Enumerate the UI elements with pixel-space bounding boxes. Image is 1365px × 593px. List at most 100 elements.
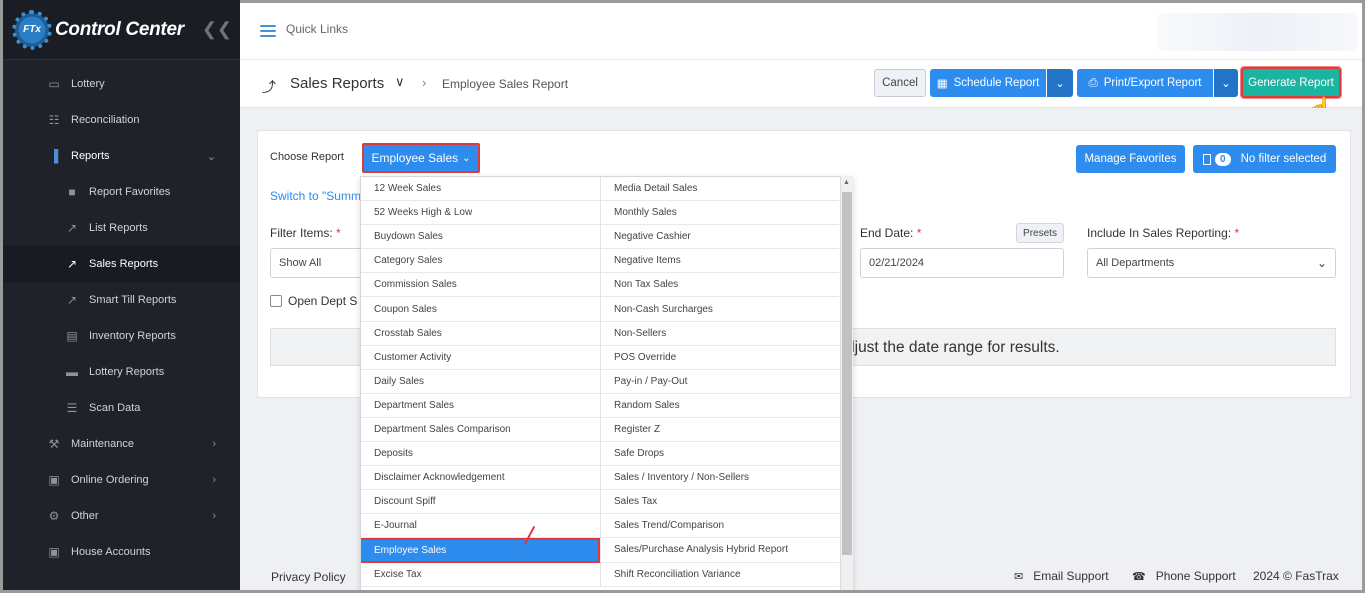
menu-item[interactable]: Customer Activity	[361, 346, 600, 370]
menu-item[interactable]: Coupon Sales	[361, 297, 600, 322]
include-sales-select[interactable]: All Departments ⌄	[1087, 248, 1336, 278]
sidebar-item-label: Inventory Reports	[89, 330, 176, 342]
menu-item[interactable]: Employee Sales	[361, 538, 600, 563]
schedule-report-button[interactable]: ▦ Schedule Report	[930, 69, 1046, 97]
switch-summary-link[interactable]: Switch to "Summ	[270, 189, 361, 203]
menu-item[interactable]: Category Sales	[361, 249, 600, 274]
menu-item[interactable]: Monthly Sales	[601, 201, 839, 226]
print-dropdown-button[interactable]: ⌄	[1214, 69, 1238, 97]
sidebar-item-sales-reports[interactable]: ↗ Sales Reports	[3, 246, 240, 282]
sidebar-item-scan-data[interactable]: ☰ Scan Data	[3, 390, 240, 426]
menu-item[interactable]: Commission Sales	[361, 273, 600, 298]
include-sales-text: Include In Sales Reporting:	[1087, 226, 1232, 240]
menu-item[interactable]: Sales/Purchase Analysis Hybrid Report	[601, 538, 839, 563]
sidebar-item-label: Reconciliation	[71, 114, 140, 126]
line-chart-icon: ↗	[66, 293, 78, 307]
logo-text: FTx	[23, 24, 41, 35]
phone-icon: ☎	[1132, 570, 1146, 583]
menu-item[interactable]: Random Sales	[601, 394, 839, 418]
required-mark: *	[1234, 226, 1240, 240]
brand-name: Control Center	[55, 18, 184, 40]
chevron-down-icon[interactable]: ∨	[395, 74, 405, 90]
wrench-icon: ⚒	[48, 437, 60, 451]
choose-report-value: Employee Sales	[371, 151, 459, 165]
report-dropdown-menu: 12 Week Sales 52 Weeks High & Low Buydown …	[360, 176, 853, 593]
sidebar-item-lottery-reports[interactable]: ▬ Lottery Reports	[3, 354, 240, 390]
menu-item[interactable]: Non Tax Sales	[601, 273, 839, 298]
menu-item[interactable]: 52 Weeks High & Low	[361, 201, 600, 226]
menu-item[interactable]: Safe Drops	[601, 442, 839, 467]
menu-item[interactable]: Register Z	[601, 418, 839, 443]
menu-item[interactable]: Crosstab Sales	[361, 322, 600, 346]
menu-item[interactable]: Sales / Inventory / Non-Sellers	[601, 466, 839, 491]
manage-favorites-button[interactable]: Manage Favorites	[1076, 145, 1185, 173]
line-chart-icon: ⤴	[262, 79, 276, 95]
sidebar-item-inventory-reports[interactable]: ▤ Inventory Reports	[3, 318, 240, 354]
sidebar-item-label: Other	[71, 510, 99, 522]
gears-icon: ⚙	[48, 509, 60, 523]
menu-item[interactable]: Department Sales	[361, 394, 600, 418]
menu-scroll-thumb[interactable]	[842, 192, 852, 555]
menu-item[interactable]: Buydown Sales	[361, 225, 600, 250]
menu-item[interactable]: E-Journal	[361, 514, 600, 539]
brand[interactable]: FTx Control Center ❮❮	[3, 0, 240, 60]
privacy-policy-link[interactable]: Privacy Policy	[271, 570, 346, 584]
filter-button[interactable]: 0 No filter selected	[1193, 145, 1336, 173]
menu-item[interactable]: Excise Tax	[361, 563, 600, 587]
filter-items-select[interactable]: Show All	[270, 248, 370, 278]
menu-item[interactable]: Deposits	[361, 442, 600, 467]
menu-icon[interactable]	[260, 25, 276, 37]
sidebar-item-other[interactable]: ⚙ Other ›	[3, 498, 240, 534]
sidebar-item-label: House Accounts	[71, 546, 151, 558]
menu-item[interactable]: Pay-in / Pay-Out	[601, 370, 839, 394]
user-profile-area[interactable]	[1157, 13, 1357, 51]
sidebar-item-online-ordering[interactable]: ▣ Online Ordering ›	[3, 462, 240, 498]
menu-item[interactable]: Daily Sales	[361, 370, 600, 394]
envelope-icon: ✉	[1014, 570, 1024, 583]
collapse-sidebar-icon[interactable]: ❮❮	[202, 19, 232, 40]
email-support-link[interactable]: ✉ Email Support	[1014, 569, 1109, 583]
menu-item[interactable]: Disclaimer Acknowledgement	[361, 466, 600, 491]
menu-item[interactable]: 12 Week Sales	[361, 177, 600, 202]
filter-items-text: Filter Items:	[270, 226, 333, 240]
ticket-icon: ▭	[48, 77, 60, 91]
sidebar-item-smart-till-reports[interactable]: ↗ Smart Till Reports	[3, 282, 240, 318]
scroll-up-icon[interactable]: ▲	[843, 179, 850, 186]
sidebar-item-maintenance[interactable]: ⚒ Maintenance ›	[3, 426, 240, 462]
menu-item[interactable]: Department Sales Comparison	[361, 418, 600, 443]
sidebar-item-list-reports[interactable]: ↗ List Reports	[3, 210, 240, 246]
sidebar-item-label: Sales Reports	[89, 258, 159, 270]
schedule-dropdown-button[interactable]: ⌄	[1047, 69, 1073, 97]
menu-item[interactable]: Non-Cash Surcharges	[601, 297, 839, 322]
menu-item[interactable]: Negative Cashier	[601, 225, 839, 250]
generate-report-button[interactable]: Generate Report	[1240, 66, 1342, 99]
quick-links[interactable]: Quick Links	[286, 22, 348, 36]
print-export-button[interactable]: ⎙ Print/Export Report	[1077, 69, 1213, 97]
menu-item[interactable]: Non-Sellers	[601, 322, 839, 346]
open-dept-checkbox[interactable]	[270, 295, 282, 307]
sidebar-item-report-favorites[interactable]: ■ Report Favorites	[3, 174, 240, 210]
menu-item[interactable]: POS Override	[601, 346, 839, 370]
menu-item[interactable]: Discount Spiff	[361, 490, 600, 515]
notice-text: djust the date range for results.	[846, 339, 1060, 356]
menu-item[interactable]: Sales Trend/Comparison	[601, 514, 839, 539]
phone-support-link[interactable]: ☎ Phone Support	[1132, 569, 1236, 583]
choose-report-dropdown[interactable]: Employee Sales ⌄	[362, 143, 480, 173]
menu-item[interactable]: Media Detail Sales	[601, 177, 839, 202]
chevron-right-icon: ›	[212, 474, 216, 486]
end-date-input[interactable]: 02/21/2024	[860, 248, 1064, 278]
sidebar-item-reconciliation[interactable]: ☷ Reconciliation	[3, 102, 240, 138]
sidebar-item-reports[interactable]: ▐ Reports ⌄	[3, 138, 240, 174]
presets-button[interactable]: Presets	[1016, 223, 1064, 243]
sidebar-item-label: Lottery Reports	[89, 366, 165, 378]
chevron-right-icon: ›	[212, 438, 216, 450]
menu-item[interactable]: Shift Reconciliation Variance	[601, 563, 839, 587]
sidebar-item-label: Lottery	[71, 78, 105, 90]
chevron-down-icon: ⌄	[206, 150, 216, 163]
sidebar-item-house-accounts[interactable]: ▣ House Accounts	[3, 534, 240, 570]
cancel-button[interactable]: Cancel	[874, 69, 926, 97]
menu-item[interactable]: Negative Items	[601, 249, 839, 274]
sidebar-item-lottery[interactable]: ▭ Lottery	[3, 66, 240, 102]
required-mark: *	[916, 226, 922, 240]
menu-item[interactable]: Sales Tax	[601, 490, 839, 515]
